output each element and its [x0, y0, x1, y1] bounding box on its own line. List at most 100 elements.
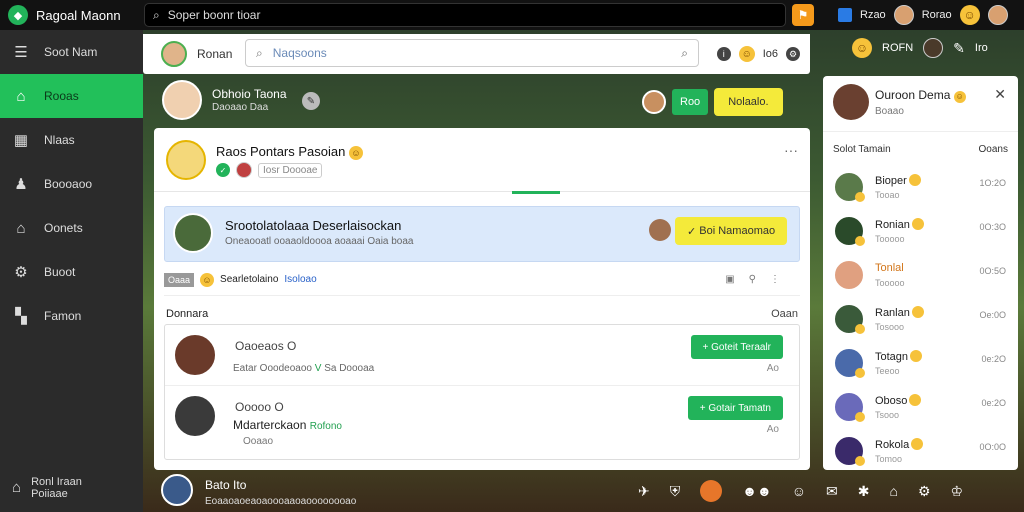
right-header-tools: ☺ ROFN ✎ Iro	[852, 38, 988, 58]
attach-icon[interactable]: ⚲	[749, 274, 756, 285]
contact-item[interactable]: Tonlal Tooooo 0O:5O	[823, 254, 1018, 298]
member-action-button[interactable]: + Gotair Tamatn	[687, 396, 783, 420]
plus-icon: +	[702, 341, 709, 353]
emoji-icon	[911, 218, 924, 230]
emoji-icon[interactable]: ☺	[959, 5, 980, 25]
reply-button[interactable]: Roo	[672, 89, 709, 115]
global-search-input[interactable]: ⌕ Soper boonr tioar	[144, 3, 786, 27]
content-search-input[interactable]: ⌕ Naqsoons ⌕	[245, 39, 699, 67]
sidebar-item-label: Nlaas	[44, 133, 75, 147]
list-item[interactable]: Oaoeaos O Eatar Ooodeoaoo V Sa Doooaa + …	[165, 325, 799, 385]
content-header: Ronan ⌕ Naqsoons ⌕ i ☺ Io6 ⚙	[143, 34, 810, 74]
row-dismiss[interactable]: Ao	[767, 363, 779, 374]
reply-chip: Oaaa	[164, 272, 195, 287]
sidebar-item-users[interactable]: ♟ Boooaoo	[0, 162, 143, 206]
chat-icon[interactable]: ✉	[826, 483, 838, 500]
panel-section-link[interactable]: Ooans	[979, 144, 1008, 155]
member-tag: V	[314, 363, 322, 374]
channel-header[interactable]: Obhoio Taona Daoaao Daa	[162, 80, 287, 120]
now-playing-status: Eoaaoaoeaoaoooaaoaoooooooao	[205, 496, 357, 507]
contact-status: Tooao	[875, 190, 900, 200]
shield-icon[interactable]: ⛨	[670, 483, 681, 500]
list-item[interactable]: Ooooo O Mdarterckaon Rofono Ooaao + Gota…	[165, 385, 799, 447]
friend-avatar[interactable]	[923, 38, 944, 58]
sidebar-footer[interactable]: ⌂ Ronl Iraan Poiiaae	[0, 464, 143, 512]
people-icon[interactable]: ☻☻	[742, 483, 771, 499]
sidebar: ☰ Soot Nam ⌂ Rooas ▦ Nlaas ♟ Boooaoo ⌂ O…	[0, 30, 143, 512]
status-badge	[855, 412, 865, 422]
now-playing-name: Bato Ito	[205, 478, 247, 492]
contact-item[interactable]: Totagn Teeoo 0e:2O	[823, 342, 1018, 386]
contact-item[interactable]: Ronian Tooooo 0O:3O	[823, 210, 1018, 254]
search-submit-icon[interactable]: ⌕	[681, 46, 688, 61]
search-icon: ⌕	[153, 7, 160, 22]
member-extra: Sa Doooaa	[324, 363, 375, 374]
edit-icon[interactable]: ✎	[302, 92, 320, 110]
top-right-label-2[interactable]: Rorao	[922, 9, 952, 21]
home-icon[interactable]: ⌂	[889, 483, 897, 499]
sidebar-item-buildings[interactable]: ▦ Nlaas	[0, 118, 143, 162]
right-header-label: ROFN	[882, 42, 914, 54]
more-options-icon[interactable]: ···	[784, 142, 798, 158]
section-link[interactable]: Oaan	[771, 308, 798, 320]
status-badge	[855, 368, 865, 378]
emoji-icon[interactable]: ☺	[738, 46, 755, 62]
contacts-panel-header: Ouroon Dema ☺ Boaao ✕	[823, 76, 1018, 132]
contact-item[interactable]: Oboso Tsooo 0e:2O	[823, 386, 1018, 430]
avatar-icon[interactable]: ☺	[792, 483, 806, 499]
close-icon[interactable]: ✕	[994, 86, 1006, 103]
contact-name: Oboso	[875, 394, 922, 407]
contact-item[interactable]: Ranlan Tosooo Oe:0O	[823, 298, 1018, 342]
top-right-label-1[interactable]: Rzao	[860, 9, 886, 21]
users-icon: ♟	[14, 176, 28, 193]
app-logo[interactable]: ◆ Ragoal Maonn	[0, 5, 143, 25]
message-bubble[interactable]: Nolaalo.	[714, 88, 783, 116]
check-icon: ✓	[687, 225, 697, 238]
record-icon[interactable]	[700, 480, 723, 502]
contact-name-text: Oboso	[875, 395, 908, 407]
share-icon[interactable]: ✈	[638, 483, 650, 500]
settings-icon[interactable]: ⚙	[786, 47, 800, 61]
contact-time: 1O:2O	[979, 178, 1006, 188]
post-title: Srootolatolaaa Deserlaisockan	[225, 218, 402, 233]
contact-item[interactable]: Bioper Tooao 1O:2O	[823, 166, 1018, 210]
right-header-label-2: Iro	[974, 42, 988, 54]
now-playing-avatar[interactable]	[161, 474, 193, 506]
sidebar-item-settings[interactable]: ⚙ Buoot	[0, 250, 143, 294]
contact-name: Tonlal	[875, 262, 904, 274]
sidebar-item-bank[interactable]: ⌂ Oonets	[0, 206, 143, 250]
reply-link[interactable]: Isoloao	[284, 274, 316, 285]
post-action-button[interactable]: ✓ Boi Namaomao	[675, 217, 788, 245]
search-icon: ⌕	[256, 45, 263, 60]
post-action-label: Boi Namaomao	[699, 225, 776, 237]
contact-time: 0e:2O	[981, 354, 1006, 364]
channel-subtitle: Daoaao Daa	[212, 102, 269, 113]
sidebar-item-grid[interactable]: ▚ Famon	[0, 294, 143, 338]
row-dismiss[interactable]: Ao	[767, 424, 779, 435]
settings-icon[interactable]: ⚙	[918, 483, 931, 500]
contact-time: 0O:0O	[979, 442, 1006, 452]
reply-text: Searletolaino	[220, 274, 279, 285]
image-icon[interactable]: ▣	[725, 274, 734, 285]
sidebar-item-home[interactable]: ⌂ Rooas	[0, 74, 143, 118]
featured-post[interactable]: Srootolatolaaa Deserlaisockan Oneaooatl …	[164, 206, 800, 262]
calendar-icon[interactable]	[838, 8, 852, 22]
sidebar-item-menu[interactable]: ☰ Soot Nam	[0, 30, 143, 74]
edit-icon[interactable]: ✎	[953, 40, 965, 57]
group-avatar[interactable]	[166, 139, 206, 180]
notification-icon[interactable]: ⚑	[792, 4, 814, 26]
paw-icon[interactable]: ✱	[858, 483, 870, 500]
more-icon[interactable]: ⋮	[770, 274, 780, 285]
member-name: Oaoeaos O	[235, 339, 297, 353]
member-action-button[interactable]: + Goteit Teraalr	[690, 335, 783, 359]
profile-avatar[interactable]	[987, 5, 1008, 25]
member-avatar	[173, 394, 217, 438]
user-avatar[interactable]	[893, 5, 914, 25]
info-icon[interactable]: i	[716, 47, 731, 61]
current-user-avatar[interactable]	[161, 41, 187, 67]
emoji-icon: ☺	[953, 90, 966, 103]
panel-owner-avatar	[833, 84, 869, 120]
bell-icon[interactable]: ♔	[951, 483, 964, 500]
contact-item[interactable]: Rokola Tomoo 0O:0O	[823, 430, 1018, 470]
emoji-icon[interactable]: ☺	[852, 38, 872, 58]
